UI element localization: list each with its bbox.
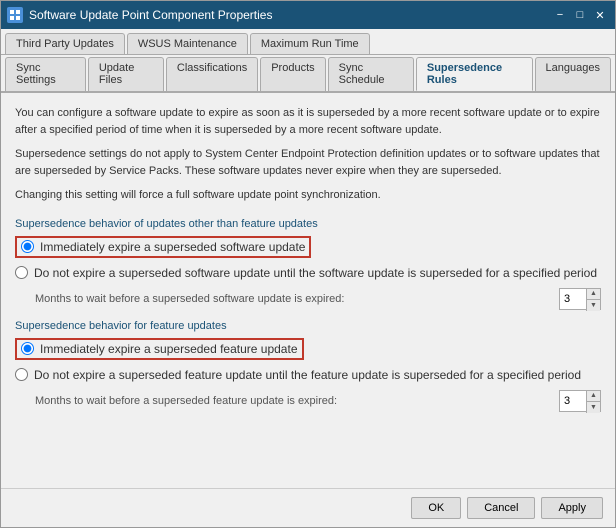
tab-maximum-run-time[interactable]: Maximum Run Time (250, 33, 370, 54)
section1-radio-group: Immediately expire a superseded software… (15, 236, 601, 280)
section1-option2: Do not expire a superseded software upda… (15, 266, 601, 280)
section1-label: Supersedence behavior of updates other t… (15, 218, 601, 230)
info-paragraph-3: Changing this setting will force a full … (15, 187, 601, 204)
section2-radio-group: Immediately expire a superseded feature … (15, 338, 601, 382)
section2-months-spinner: ▲ ▼ (559, 390, 601, 412)
section2-option2: Do not expire a superseded feature updat… (15, 368, 601, 382)
window-title: Software Update Point Component Properti… (29, 8, 551, 22)
tab-sync-schedule[interactable]: Sync Schedule (328, 57, 414, 91)
window-icon (7, 7, 23, 23)
section2-months-label: Months to wait before a superseded featu… (35, 395, 559, 407)
section1-months-label: Months to wait before a superseded softw… (35, 293, 559, 305)
section1-option1: Immediately expire a superseded software… (15, 236, 601, 258)
section1-spinner-buttons: ▲ ▼ (586, 289, 600, 311)
section2-spinner-buttons: ▲ ▼ (586, 391, 600, 413)
close-button[interactable]: ✕ (591, 6, 609, 24)
title-bar: Software Update Point Component Properti… (1, 1, 615, 29)
apply-button[interactable]: Apply (541, 497, 603, 519)
section1-option2-label: Do not expire a superseded software upda… (34, 266, 597, 280)
tab-third-party-updates[interactable]: Third Party Updates (5, 33, 125, 54)
tab-languages[interactable]: Languages (535, 57, 611, 91)
section1-radio1[interactable] (21, 240, 34, 253)
ok-button[interactable]: OK (411, 497, 461, 519)
section2-option1: Immediately expire a superseded feature … (15, 338, 601, 360)
window-controls: − □ ✕ (551, 6, 609, 24)
section1-spinner-down[interactable]: ▼ (587, 300, 600, 311)
tab-classifications[interactable]: Classifications (166, 57, 258, 91)
section2-spinner-up[interactable]: ▲ (587, 391, 600, 403)
section2-option1-label: Immediately expire a superseded feature … (40, 342, 298, 356)
content-area: You can configure a software update to e… (1, 93, 615, 488)
section1-spinner-up[interactable]: ▲ (587, 289, 600, 301)
tab-sync-settings[interactable]: Sync Settings (5, 57, 86, 91)
tab-supersedence-rules[interactable]: Supersedence Rules (416, 57, 533, 91)
section2-option1-box: Immediately expire a superseded feature … (15, 338, 304, 360)
section2-months-row: Months to wait before a superseded featu… (35, 390, 601, 412)
section1-months-input[interactable] (560, 289, 588, 309)
maximize-button[interactable]: □ (571, 6, 589, 24)
tab-row-1: Third Party Updates WSUS Maintenance Max… (1, 29, 615, 55)
section1-months-spinner: ▲ ▼ (559, 288, 601, 310)
tab-wsus-maintenance[interactable]: WSUS Maintenance (127, 33, 248, 54)
cancel-button[interactable]: Cancel (467, 497, 535, 519)
dialog-footer: OK Cancel Apply (1, 488, 615, 527)
section2-radio1[interactable] (21, 342, 34, 355)
section1-option1-label: Immediately expire a superseded software… (40, 240, 305, 254)
info-paragraph-2: Supersedence settings do not apply to Sy… (15, 146, 601, 179)
section2-months-input[interactable] (560, 391, 588, 411)
main-window: Software Update Point Component Properti… (0, 0, 616, 528)
minimize-button[interactable]: − (551, 6, 569, 24)
section2-spinner-down[interactable]: ▼ (587, 402, 600, 413)
section2-radio2[interactable] (15, 368, 28, 381)
section1-months-row: Months to wait before a superseded softw… (35, 288, 601, 310)
section1-option1-box: Immediately expire a superseded software… (15, 236, 311, 258)
tab-row-2: Sync Settings Update Files Classificatio… (1, 55, 615, 93)
section1-radio2[interactable] (15, 266, 28, 279)
section2-label: Supersedence behavior for feature update… (15, 320, 601, 332)
tab-products[interactable]: Products (260, 57, 325, 91)
tab-update-files[interactable]: Update Files (88, 57, 164, 91)
info-paragraph-1: You can configure a software update to e… (15, 105, 601, 138)
section2-option2-label: Do not expire a superseded feature updat… (34, 368, 581, 382)
